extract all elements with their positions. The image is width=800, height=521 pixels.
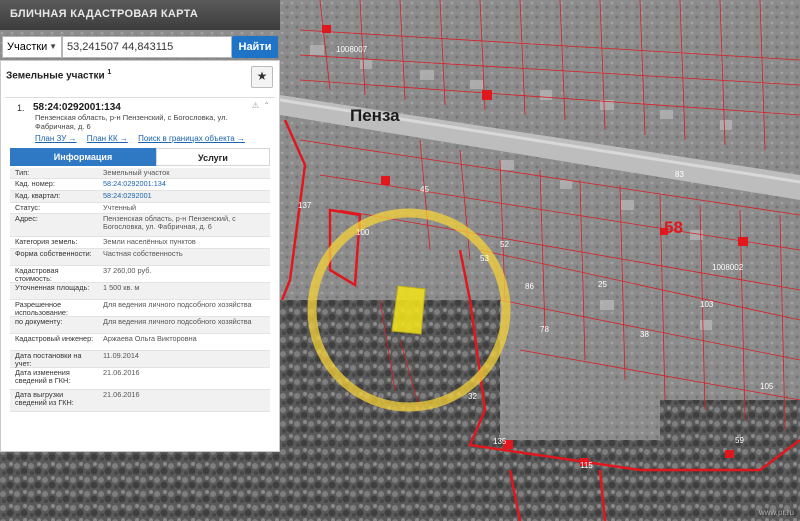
results-count: 1 — [107, 69, 112, 76]
info-row: Форма собственности: Частная собственност… — [10, 249, 270, 266]
info-row-value: 21.06.2016 — [103, 390, 140, 399]
info-row: Дата постановки на учет: 11.09.2014 — [10, 351, 270, 368]
info-row-label: Дата изменения сведений в ГКН: — [15, 368, 71, 385]
info-row-label: Категория земель: — [15, 237, 78, 246]
info-row-value: 1 500 кв. м — [103, 283, 140, 292]
search-bar: Участки ▼ 53,241507 44,843115 Найти — [2, 36, 278, 58]
results-panel: Земельные участки 1 ★ 1. 58:24:0292001:1… — [0, 60, 280, 452]
info-row: Адрес: Пензенская область, р-н Пензенский… — [10, 214, 270, 237]
map-parcel-number: 38 — [640, 330, 649, 339]
map-parcel-number: 32 — [468, 392, 477, 401]
card-links: План ЗУ → План КК → Поиск в границах объ… — [35, 134, 253, 143]
info-row: Кадастровая стоимость: 37 260,00 руб. — [10, 266, 270, 283]
info-row-value: Для ведения личного подсобного хозяйства — [103, 300, 252, 309]
map-parcel-number: 100 — [356, 228, 370, 237]
map-block-label: 1008007 — [336, 45, 368, 54]
plan-kk-link[interactable]: План КК → — [87, 134, 128, 143]
map-parcel-number: 25 — [598, 280, 607, 289]
map-parcel-number: 137 — [298, 201, 312, 210]
info-row: Тип: Земельный участок — [10, 168, 270, 179]
star-icon[interactable]: ★ — [251, 66, 273, 88]
info-row: по документу: Для ведения личного подсобн… — [10, 317, 270, 334]
info-row-label: Кадастровый инженер: — [15, 334, 94, 343]
info-row-label: Разрешенное использование: — [15, 300, 68, 317]
parcel-card[interactable]: 1. 58:24:0292001:134 ⚠ ⌃ Пензенская обла… — [5, 97, 275, 448]
card-tool-icons[interactable]: ⚠ ⌃ — [252, 101, 271, 110]
info-row-value: Земельный участок — [103, 168, 170, 177]
search-in-bounds-link[interactable]: Поиск в границах объекта → — [138, 134, 245, 143]
map-city-label: Пенза — [350, 106, 400, 125]
card-address: Пензенская область, р-н Пензенский, с Бо… — [35, 113, 228, 131]
app-header: БЛИЧНАЯ КАДАСТРОВАЯ КАРТА — [0, 0, 280, 30]
card-cadastral-number[interactable]: 58:24:0292001:134 — [33, 102, 121, 113]
info-row: Дата изменения сведений в ГКН: 21.06.2016 — [10, 368, 270, 390]
info-row: Кадастровый инженер: Аржаева Ольга Виктор… — [10, 334, 270, 351]
info-row-value: Аржаева Ольга Викторовна — [103, 334, 197, 343]
card-tabs: Информация Услуги — [10, 148, 270, 166]
info-row-label: Кад. квартал: — [15, 191, 61, 200]
panel-title-text: Земельные участки — [6, 70, 105, 82]
info-row-value: Земли населённых пунктов — [103, 237, 196, 246]
plan-zu-link[interactable]: План ЗУ → — [35, 134, 77, 143]
info-row-value[interactable]: 58:24:0292001:134 — [103, 180, 266, 188]
map-parcel-number: 115 — [580, 461, 593, 470]
info-row-value: 11.09.2014 — [103, 351, 139, 360]
info-row-label: по документу: — [15, 317, 63, 326]
map-parcel-number: 105 — [760, 382, 774, 391]
map-parcel-number: 135 — [493, 437, 507, 446]
map-parcel-number: 59 — [735, 436, 744, 445]
info-row: Дата выгрузки сведений из ГКН: 21.06.2016 — [10, 390, 270, 412]
map-district-number: 58 — [664, 218, 683, 237]
watermark: www.pr.ru — [758, 508, 794, 517]
card-index: 1. — [17, 103, 25, 113]
info-row: Разрешенное использование: Для ведения ли… — [10, 300, 270, 317]
info-row-label: Кад. номер: — [15, 179, 55, 188]
info-row-value: 37 260,00 руб. — [103, 266, 152, 275]
info-row-value: Пензенская область, р-н Пензенский, с Бо… — [103, 214, 236, 231]
info-row-value: Для ведения личного подсобного хозяйства — [103, 317, 252, 326]
map-block-label: 1008002 — [712, 263, 744, 272]
info-row-value: 21.06.2016 — [103, 368, 140, 377]
panel-title: Земельные участки 1 — [6, 69, 111, 81]
map-parcel-number: 83 — [675, 170, 684, 179]
tab-info[interactable]: Информация — [10, 148, 156, 166]
map-parcel-number: 45 — [420, 185, 429, 194]
map-parcel-number: 103 — [700, 300, 714, 309]
app-title: БЛИЧНАЯ КАДАСТРОВАЯ КАРТА — [10, 8, 199, 20]
map-parcel-number: 52 — [500, 240, 509, 249]
map-parcel-number: 78 — [540, 325, 549, 334]
search-type-select[interactable]: Участки ▼ — [2, 36, 62, 58]
info-row-label: Тип: — [15, 168, 30, 177]
info-row-label: Дата постановки на учет: — [15, 351, 82, 368]
info-row-label: Форма собственности: — [15, 249, 92, 258]
info-row-label: Дата выгрузки сведений из ГКН: — [15, 390, 74, 407]
map-parcel-number: 53 — [480, 254, 489, 263]
info-row-value[interactable]: 58:24:0292001 — [103, 192, 266, 200]
info-row-value: Учтенный — [103, 203, 137, 212]
info-table: Тип: Земельный участок Кад. номер: 58:24:02… — [10, 168, 270, 412]
info-row: Кад. квартал: 58:24:0292001 — [10, 191, 270, 203]
map-parcel-number: 86 — [525, 282, 534, 291]
info-row: Кад. номер: 58:24:0292001:134 — [10, 179, 270, 191]
info-row-label: Статус: — [15, 203, 41, 212]
info-row: Статус: Учтенный — [10, 203, 270, 214]
info-row-label: Адрес: — [15, 214, 38, 223]
info-row: Категория земель: Земли населённых пункто… — [10, 237, 270, 249]
info-row-label: Уточненная площадь: — [15, 283, 90, 292]
info-row-label: Кадастровая стоимость: — [15, 266, 59, 283]
chevron-down-icon: ▼ — [49, 42, 57, 51]
find-button[interactable]: Найти — [232, 36, 278, 58]
tab-services[interactable]: Услуги — [156, 148, 270, 166]
search-input[interactable]: 53,241507 44,843115 — [62, 36, 232, 58]
info-row-value: Частная собственность — [103, 249, 183, 258]
search-type-label: Участки — [7, 41, 48, 53]
info-row: Уточненная площадь: 1 500 кв. м — [10, 283, 270, 300]
